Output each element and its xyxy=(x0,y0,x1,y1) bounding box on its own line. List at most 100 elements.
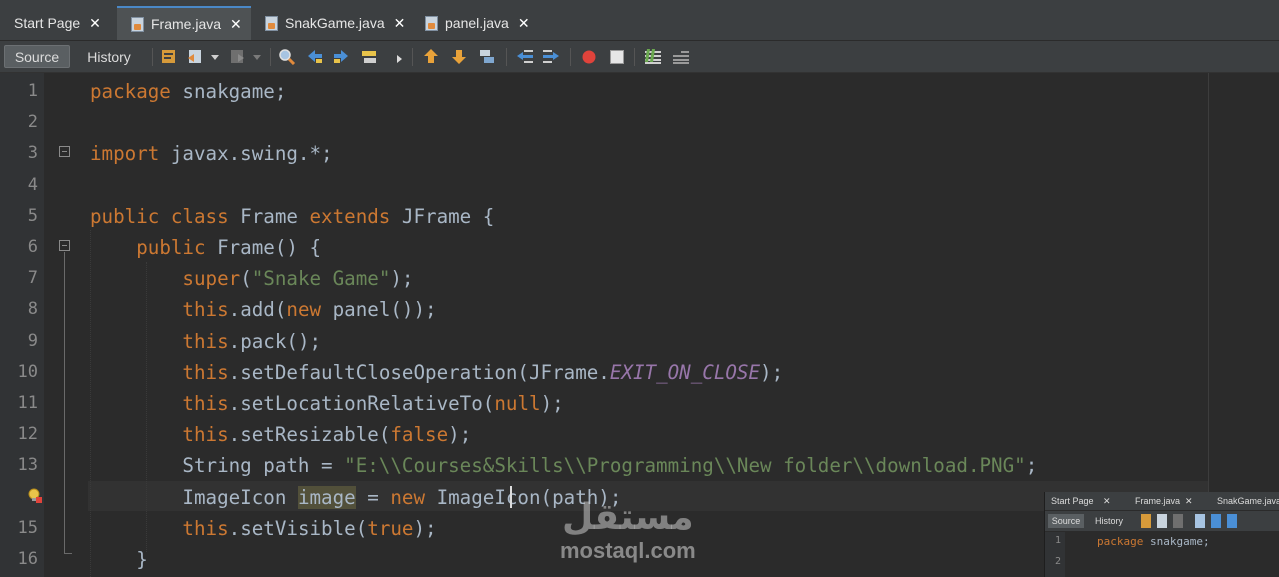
thumb-line-number: 1 xyxy=(1054,535,1061,546)
code-token: ( xyxy=(240,267,252,291)
back-icon[interactable] xyxy=(186,48,204,65)
toggle-highlight-icon[interactable] xyxy=(360,48,378,65)
thumb-source-button: Source xyxy=(1048,514,1084,528)
close-icon[interactable]: ✕ xyxy=(518,15,530,32)
thumb-code-text: snakgame; xyxy=(1143,535,1210,548)
record-macro-icon[interactable] xyxy=(580,48,598,65)
code-line[interactable]: } xyxy=(90,544,148,575)
code-token: public xyxy=(136,236,206,259)
tab-label: SnakGame.java xyxy=(285,15,385,31)
thumb-toolbar-icon xyxy=(1141,514,1151,528)
code-line[interactable]: this.setDefaultCloseOperation(JFrame.EXI… xyxy=(90,357,783,388)
code-token: this xyxy=(182,360,229,384)
code-token: EXIT_ON_CLOSE xyxy=(609,360,761,384)
code-token: Frame() { xyxy=(205,236,322,259)
thumb-tab: SnakGame.java xyxy=(1217,496,1279,506)
code-line[interactable]: this.setVisible(true); xyxy=(90,513,436,544)
code-line[interactable]: package snakgame; xyxy=(90,76,286,107)
code-token: .setDefaultCloseOperation(JFrame. xyxy=(228,360,610,384)
code-line[interactable]: this.setResizable(false); xyxy=(90,419,471,450)
close-icon[interactable]: ✕ xyxy=(89,15,101,32)
code-token: import xyxy=(90,142,160,166)
code-token: ); xyxy=(540,392,564,415)
tab-snakgame-java[interactable]: SnakGame.java ✕ xyxy=(251,6,411,40)
code-token: ); xyxy=(448,423,472,447)
code-token: String path = xyxy=(90,454,345,478)
toggle-bookmark-icon[interactable] xyxy=(478,48,496,65)
hint-bulb-icon[interactable] xyxy=(27,488,43,504)
thumb-toolbar-icon xyxy=(1157,514,1167,528)
watermark-arabic: مستقل xyxy=(562,497,694,538)
line-number: 2 xyxy=(27,112,38,133)
history-view-button[interactable]: History xyxy=(76,45,142,68)
tab-start-page[interactable]: Start Page ✕ xyxy=(0,6,117,40)
code-line[interactable]: this.add(new panel()); xyxy=(90,294,436,325)
highlighted-identifier: image xyxy=(297,485,356,509)
thumb-code: package snakgame; xyxy=(1097,535,1210,548)
code-token: extends xyxy=(309,204,391,228)
line-number: 1 xyxy=(27,81,38,101)
search-icon[interactable] xyxy=(278,48,296,65)
code-token: .setResizable( xyxy=(228,423,391,447)
code-line[interactable]: String path = "E:\\Courses&Skills\\Progr… xyxy=(90,450,1037,481)
text-caret xyxy=(510,486,512,508)
chevron-down-icon[interactable] xyxy=(208,48,222,65)
code-line[interactable]: import javax.swing.*; xyxy=(90,138,333,169)
thumb-toolbar: Source History xyxy=(1045,511,1279,531)
code-line[interactable]: public Frame() { xyxy=(90,232,321,263)
line-number: 10 xyxy=(17,361,38,382)
thumb-tab: Start Page xyxy=(1051,496,1094,506)
line-number: 11 xyxy=(17,393,38,413)
watermark-latin: mostaql.com xyxy=(560,538,696,563)
code-token: = xyxy=(355,485,391,509)
stop-macro-icon[interactable] xyxy=(608,48,626,65)
close-icon[interactable]: ✕ xyxy=(230,16,242,33)
line-number: 4 xyxy=(27,174,38,195)
chevron-down-icon[interactable] xyxy=(250,48,264,65)
code-token: this xyxy=(182,392,229,415)
watermark: مستقل mostaql.com xyxy=(560,498,696,564)
prev-bookmark-icon[interactable] xyxy=(422,48,440,65)
shift-left-icon[interactable] xyxy=(516,48,534,65)
code-token: "E:\\Courses&Skills\\Programming\\New fo… xyxy=(344,454,1026,478)
line-number: 5 xyxy=(27,205,38,226)
java-file-icon xyxy=(425,15,438,31)
small-arrow-icon[interactable] xyxy=(392,48,406,65)
code-line[interactable]: public class Frame extends JFrame { xyxy=(90,201,494,232)
tab-panel-java[interactable]: panel.java ✕ xyxy=(411,6,541,40)
toolbar-separator xyxy=(634,48,635,66)
code-line[interactable]: super("Snake Game"); xyxy=(90,263,413,294)
find-prev-icon[interactable] xyxy=(306,48,324,65)
fold-toggle-icon[interactable] xyxy=(59,240,70,251)
source-view-button[interactable]: Source xyxy=(4,45,70,68)
code-token: this xyxy=(182,423,229,447)
find-next-icon[interactable] xyxy=(332,48,350,65)
close-icon[interactable]: ✕ xyxy=(394,15,406,32)
code-token: } xyxy=(90,548,148,571)
thumb-toolbar-icon xyxy=(1227,514,1237,528)
toolbar-separator xyxy=(412,48,413,66)
forward-icon[interactable] xyxy=(228,48,246,65)
shift-right-icon[interactable] xyxy=(542,48,560,65)
line-number: 16 xyxy=(17,549,38,569)
code-token: .setLocationRelativeTo( xyxy=(228,392,495,415)
thumb-close-icon: ✕ xyxy=(1185,496,1193,506)
toolbar-separator xyxy=(270,48,271,66)
code-line[interactable]: ImageIcon image = new ImageIcon(path); xyxy=(90,482,621,513)
comment-icon[interactable] xyxy=(644,48,662,65)
fold-toggle-icon[interactable] xyxy=(59,146,70,157)
tab-frame-java[interactable]: Frame.java ✕ xyxy=(117,6,251,40)
code-token: ); xyxy=(390,267,414,291)
code-line[interactable]: this.pack(); xyxy=(90,326,321,357)
next-bookmark-icon[interactable] xyxy=(450,48,468,65)
thumb-tab-bar: Start Page ✕ Frame.java ✕ SnakGame.java xyxy=(1045,492,1279,510)
code-token: Frame xyxy=(228,204,310,228)
last-edit-icon[interactable] xyxy=(160,48,178,65)
uncomment-icon[interactable] xyxy=(672,48,690,65)
code-line[interactable]: this.setLocationRelativeTo(null); xyxy=(90,388,564,419)
